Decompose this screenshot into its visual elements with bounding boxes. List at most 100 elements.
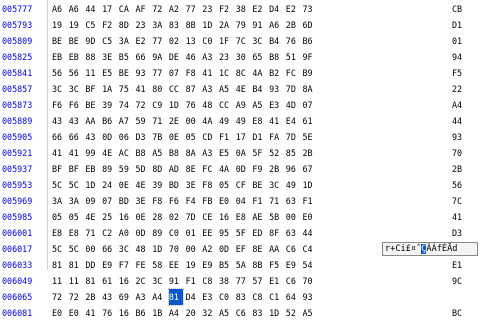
byte-cell[interactable]: 2E [169, 113, 183, 129]
byte-cell[interactable]: 43 [69, 113, 83, 129]
byte-cell[interactable]: F6 [52, 97, 66, 113]
byte-cell[interactable]: 8B [186, 17, 200, 33]
byte-cell[interactable]: 65 [252, 49, 266, 65]
byte-cell[interactable]: FB [202, 193, 216, 209]
byte-cell[interactable]: F7 [119, 257, 133, 273]
byte-cell[interactable]: 0D [219, 241, 233, 257]
byte-cell[interactable]: 66 [69, 129, 83, 145]
byte-cell[interactable]: A6 [269, 17, 283, 33]
byte-cell[interactable]: 1D [303, 177, 317, 193]
byte-cell[interactable]: 19 [186, 257, 200, 273]
byte-cell[interactable]: 63 [286, 225, 300, 241]
byte-cell[interactable]: 02 [169, 33, 183, 49]
byte-cell[interactable]: 8D [152, 161, 166, 177]
byte-cell[interactable]: 5E [303, 129, 317, 145]
byte-cell[interactable]: 23 [136, 17, 150, 33]
byte-cell[interactable]: B8 [136, 145, 150, 161]
byte-cell[interactable]: 0A [236, 145, 250, 161]
row-edge-byte[interactable]: D3 [452, 225, 478, 241]
byte-cell[interactable]: 51 [286, 49, 300, 65]
byte-cell[interactable]: 05 [186, 129, 200, 145]
byte-cell[interactable]: E0 [219, 193, 233, 209]
byte-cell[interactable]: A3 [202, 49, 216, 65]
byte-cell[interactable]: A3 [202, 81, 216, 97]
byte-cell[interactable]: FC [286, 65, 300, 81]
byte-cell[interactable]: 5C [52, 177, 66, 193]
byte-cell[interactable]: 8E [186, 161, 200, 177]
byte-cell[interactable]: 91 [252, 17, 266, 33]
byte-cell[interactable]: BE [69, 33, 83, 49]
byte-cell[interactable]: C9 [152, 97, 166, 113]
byte-cell[interactable]: 3C [52, 81, 66, 97]
byte-cell[interactable]: A2 [202, 241, 216, 257]
byte-cell[interactable]: E8 [69, 225, 83, 241]
byte-cell[interactable]: C1 [269, 289, 283, 305]
byte-cell[interactable]: 57 [252, 273, 266, 289]
byte-cell[interactable]: 3C [252, 33, 266, 49]
byte-cell[interactable]: 4E [85, 209, 99, 225]
byte-cell[interactable]: C0 [169, 225, 183, 241]
byte-cell[interactable]: 00 [186, 241, 200, 257]
byte-cell[interactable]: 4E [236, 81, 250, 97]
byte-cell[interactable]: 00 [286, 209, 300, 225]
byte-cell[interactable]: 16 [219, 209, 233, 225]
byte-cell[interactable]: 73 [303, 1, 317, 17]
byte-cell[interactable]: C4 [303, 241, 317, 257]
byte-cell[interactable]: C6 [286, 241, 300, 257]
byte-cell[interactable]: 77 [152, 65, 166, 81]
byte-cell[interactable]: 70 [169, 241, 183, 257]
byte-cell[interactable]: A4 [169, 305, 183, 321]
byte-cell[interactable]: 66 [102, 241, 116, 257]
byte-cell[interactable]: E0 [52, 305, 66, 321]
selected-byte-cell[interactable]: 81 [167, 288, 184, 306]
byte-cell[interactable]: BF [85, 81, 99, 97]
byte-cell[interactable]: BE [252, 177, 266, 193]
byte-cell[interactable]: FA [269, 129, 283, 145]
byte-cell[interactable]: EF [236, 241, 250, 257]
byte-cell[interactable]: E2 [136, 33, 150, 49]
byte-cell[interactable]: E0 [69, 305, 83, 321]
byte-cell[interactable]: 0D [236, 161, 250, 177]
byte-cell[interactable]: E0 [303, 209, 317, 225]
byte-cell[interactable]: 71 [85, 225, 99, 241]
byte-cell[interactable]: 7C [236, 33, 250, 49]
byte-cell[interactable]: 5B [269, 209, 283, 225]
byte-cell[interactable]: 41 [202, 65, 216, 81]
byte-cell[interactable]: 59 [119, 161, 133, 177]
byte-cell[interactable]: 69 [119, 289, 133, 305]
byte-cell[interactable]: 2B [85, 289, 99, 305]
byte-cell[interactable]: FE [136, 257, 150, 273]
byte-cell[interactable]: B5 [119, 49, 133, 65]
byte-cell[interactable]: E2 [252, 1, 266, 17]
byte-cell[interactable]: CF [236, 177, 250, 193]
byte-cell[interactable]: E3 [202, 289, 216, 305]
byte-cell[interactable]: ED [252, 225, 266, 241]
byte-cell[interactable]: 1D [269, 305, 283, 321]
byte-cell[interactable]: 43 [85, 129, 99, 145]
byte-cell[interactable]: 93 [269, 81, 283, 97]
byte-cell[interactable]: A4 [152, 289, 166, 305]
byte-cell[interactable]: 76 [102, 305, 116, 321]
byte-cell[interactable]: F1 [186, 273, 200, 289]
byte-cell[interactable]: 2A [219, 17, 233, 33]
byte-cell[interactable]: 76 [286, 33, 300, 49]
byte-cell[interactable]: 07 [169, 65, 183, 81]
row-edge-byte[interactable]: 93 [452, 129, 478, 145]
byte-cell[interactable]: A5 [252, 97, 266, 113]
byte-cell[interactable]: 0E [119, 177, 133, 193]
byte-cell[interactable]: 13 [186, 33, 200, 49]
byte-cell[interactable]: 3C [269, 177, 283, 193]
byte-cell[interactable]: D4 [269, 1, 283, 17]
byte-cell[interactable]: 44 [303, 225, 317, 241]
byte-cell[interactable]: CC [169, 81, 183, 97]
byte-cell[interactable]: 89 [102, 161, 116, 177]
byte-cell[interactable]: 0E [169, 129, 183, 145]
byte-cell[interactable]: E2 [286, 1, 300, 17]
byte-cell[interactable]: E8 [236, 209, 250, 225]
byte-cell[interactable]: 54 [303, 257, 317, 273]
byte-cell[interactable]: EB [69, 49, 83, 65]
byte-cell[interactable]: 11 [52, 273, 66, 289]
byte-cell[interactable]: 48 [136, 241, 150, 257]
byte-cell[interactable]: EB [85, 161, 99, 177]
byte-cell[interactable]: C5 [85, 17, 99, 33]
